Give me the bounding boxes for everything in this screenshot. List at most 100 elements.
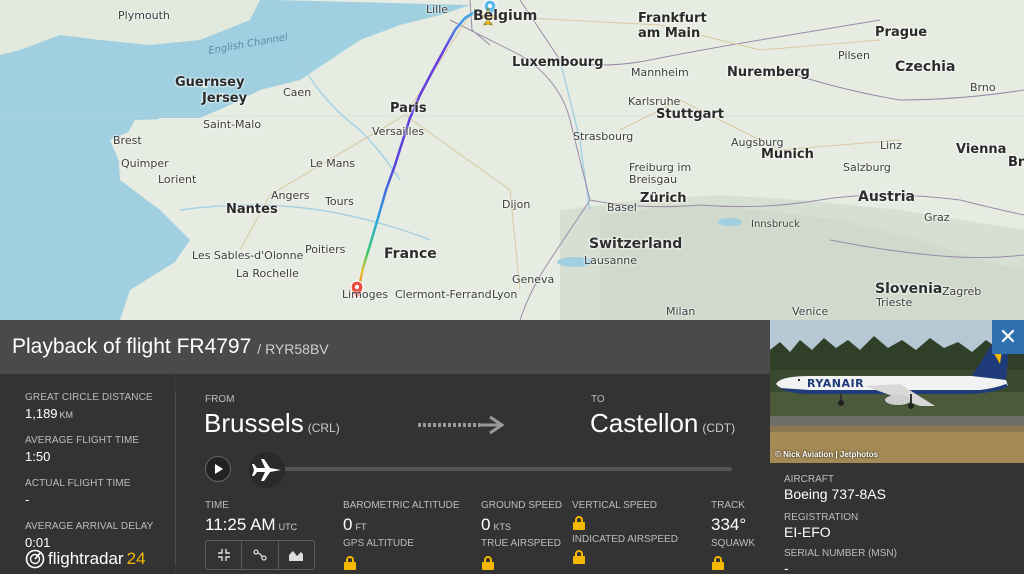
- map-label-tours: Tours: [325, 195, 354, 208]
- true-airspeed-label: TRUE AIRSPEED: [481, 538, 562, 549]
- map-label-clermont: Clermont-Ferrand: [395, 288, 492, 301]
- distance-value: 1,189 KM: [25, 406, 74, 421]
- map-view[interactable]: Plymouth English Channel Guernsey Jersey…: [0, 0, 1024, 320]
- map-label-salzburg: Salzburg: [843, 161, 891, 174]
- map-label-vienna: Vienna: [956, 142, 1007, 157]
- map-label-lorient: Lorient: [158, 173, 197, 186]
- map-label-zagreb: Zagreb: [942, 285, 982, 298]
- map-label-brest: Brest: [113, 134, 142, 147]
- route-icon: [253, 549, 267, 561]
- distance-unit: KM: [59, 410, 74, 420]
- route-arrow-icon: [418, 415, 505, 435]
- airline-livery-text: RYANAIR: [807, 377, 865, 390]
- map-label-belgium: Belgium: [473, 8, 538, 24]
- distance-label: GREAT CIRCLE DISTANCE: [25, 392, 153, 403]
- callsign: / RYR58BV: [257, 341, 329, 357]
- map-label-le-mans: Le Mans: [310, 157, 356, 170]
- map-label-prague: Prague: [875, 25, 928, 40]
- map-label-geneva: Geneva: [512, 273, 555, 286]
- indicated-airspeed-label: INDICATED AIRSPEED: [572, 534, 678, 545]
- lock-icon[interactable]: [344, 556, 356, 570]
- ground-speed-label: GROUND SPEED: [481, 500, 563, 511]
- ground-speed-unit: KTS: [493, 522, 511, 532]
- vertical-speed-label: VERTICAL SPEED: [572, 500, 658, 511]
- map-label-luxembourg: Luxembourg: [512, 55, 604, 70]
- map-label-freiburg: Freiburg im Breisgau: [629, 161, 692, 187]
- squawk-label: SQUAWK: [711, 538, 756, 549]
- map-label-guernsey: Guernsey: [175, 75, 245, 90]
- delay-value: 0:01: [25, 535, 51, 550]
- map-label-mannheim: Mannheim: [631, 66, 689, 79]
- flightradar24-logo[interactable]: flightradar 24: [25, 549, 146, 569]
- map-label-versailles: Versailles: [372, 125, 425, 138]
- ground-speed-value: 0 KTS: [481, 515, 511, 534]
- radar-icon: [25, 549, 45, 569]
- aircraft-value: Boeing 737-8AS: [784, 486, 886, 502]
- map-label-dijon: Dijon: [502, 198, 531, 211]
- delay-label: AVERAGE ARRIVAL DELAY: [25, 521, 154, 532]
- map-label-munich: Munich: [761, 147, 814, 162]
- map-label-basel: Basel: [607, 201, 637, 214]
- map-label-paris: Paris: [390, 101, 427, 116]
- playback-timeline[interactable]: [266, 467, 732, 471]
- brand-name: flightradar: [48, 549, 124, 568]
- map-label-nantes: Nantes: [226, 202, 278, 217]
- lock-icon[interactable]: [573, 550, 585, 564]
- avg-time-value: 1:50: [25, 449, 51, 464]
- map-label-karlsruhe: Karlsruhe: [628, 95, 681, 108]
- map-label-innsbruck: Innsbruck: [751, 219, 800, 230]
- map-label-lausanne: Lausanne: [584, 254, 638, 267]
- msn-label: SERIAL NUMBER (MSN): [784, 548, 897, 559]
- time-unit: UTC: [278, 522, 298, 532]
- map-label-limoges: Limoges: [342, 288, 389, 301]
- origin-airport[interactable]: Brussels (CRL): [204, 408, 340, 439]
- map-label-les-sables: Les Sables-d'Olonne: [192, 249, 304, 262]
- avg-time-label: AVERAGE FLIGHT TIME: [25, 435, 140, 446]
- aircraft-photo[interactable]: RYANAIR © Nick Aviation | Jetphotos: [770, 320, 1024, 463]
- map-label-venice: Venice: [792, 305, 829, 318]
- timeline-handle[interactable]: [249, 452, 285, 488]
- registration-label: REGISTRATION: [784, 512, 859, 523]
- aircraft-image: [770, 320, 1024, 463]
- close-icon: ✕: [998, 324, 1018, 350]
- map-label-bra: Bra: [1008, 155, 1024, 170]
- map-label-jersey: Jersey: [202, 91, 248, 106]
- photo-credit[interactable]: © Nick Aviation | Jetphotos: [775, 450, 878, 459]
- close-button[interactable]: ✕: [992, 320, 1024, 354]
- map-label-caen: Caen: [283, 86, 312, 99]
- map-label-nuremberg: Nuremberg: [727, 65, 810, 80]
- lock-icon[interactable]: [482, 556, 494, 570]
- shrink-button[interactable]: [206, 541, 243, 569]
- map-label-trieste: Trieste: [876, 296, 913, 309]
- chart-icon: [289, 551, 304, 561]
- map-label-graz: Graz: [924, 211, 950, 224]
- map-label-austria: Austria: [858, 189, 915, 205]
- map-label-la-rochelle: La Rochelle: [236, 267, 299, 280]
- map-label-czechia: Czechia: [895, 59, 956, 75]
- map-label-lille: Lille: [426, 3, 449, 16]
- map-label-saint-malo: Saint-Malo: [203, 118, 262, 131]
- time-label: TIME: [205, 500, 229, 511]
- route-button[interactable]: [242, 541, 279, 569]
- destination-code: (CDT): [702, 421, 736, 435]
- graph-button[interactable]: [279, 541, 314, 569]
- map-label-stuttgart: Stuttgart: [656, 107, 724, 122]
- destination-airport[interactable]: Castellon (CDT): [590, 408, 735, 439]
- actual-time-value: -: [25, 492, 30, 507]
- from-label: FROM: [205, 394, 235, 405]
- map-label-lyon: Lyon: [492, 288, 518, 301]
- aircraft-panel: RYANAIR © Nick Aviation | Jetphotos ✕ AI…: [770, 320, 1024, 574]
- aircraft-label: AIRCRAFT: [784, 474, 834, 485]
- airplane-icon: [252, 459, 281, 481]
- map-label-pilsen: Pilsen: [838, 49, 870, 62]
- play-button[interactable]: [205, 456, 231, 482]
- msn-value: -: [784, 560, 789, 574]
- map-label-zurich: Zürich: [640, 191, 687, 206]
- lock-icon[interactable]: [712, 556, 724, 570]
- baro-alt-unit: FT: [355, 522, 367, 532]
- baro-alt-label: BAROMETRIC ALTITUDE: [343, 500, 460, 511]
- playback-header: Playback of flight FR4797 / RYR58BV: [0, 320, 770, 374]
- map-label-plymouth: Plymouth: [118, 9, 170, 22]
- gps-alt-label: GPS ALTITUDE: [343, 538, 414, 549]
- lock-icon[interactable]: [573, 516, 585, 530]
